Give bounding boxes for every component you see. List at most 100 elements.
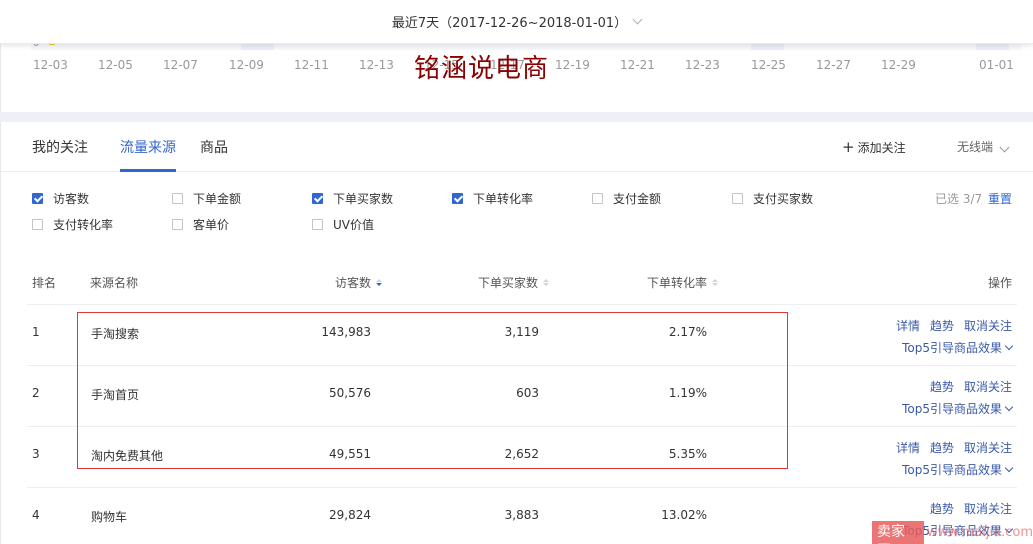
metric-checkbox[interactable]: 支付转化率 [32, 216, 113, 233]
unfollow-link[interactable]: 取消关注 [964, 317, 1012, 334]
trend-link[interactable]: 趋势 [930, 439, 954, 456]
chevron-down-icon [632, 14, 643, 24]
header-conversion-label: 下单转化率 [647, 276, 708, 290]
top5-products-dropdown[interactable]: Top5引导商品效果 [902, 400, 1014, 417]
cell-conversion: 2.17% [668, 325, 707, 339]
cell-conversion: 5.35% [668, 447, 707, 461]
site-watermark: 卖家网 www.maijia.com [872, 521, 1033, 544]
cell-buyers: 2,652 [504, 447, 539, 461]
selected-count: 已选 3/7 [935, 192, 983, 206]
sort-icon[interactable] [376, 279, 383, 286]
metric-checkbox[interactable]: 下单买家数 [312, 190, 393, 207]
details-link[interactable]: 详情 [896, 439, 920, 456]
cell-rank: 2 [32, 386, 40, 400]
top5-products-dropdown[interactable]: Top5引导商品效果 [902, 461, 1014, 478]
traffic-source-card: 我的关注 流量来源 商品 + 添加关注 无线端 访客数 下单金额 下单买家数 下单转化率… [0, 122, 1033, 544]
x-tick-label: 12-09 [229, 58, 264, 72]
table-row: 3 淘内免费其他 49,551 2,652 5.35% 详情 趋势 取消关注 Top5引导商品效… [1, 427, 1033, 488]
metric-checkbox[interactable]: 支付买家数 [732, 190, 813, 207]
checkbox-unchecked-icon[interactable] [732, 193, 743, 204]
checkbox-unchecked-icon[interactable] [32, 219, 43, 230]
cell-rank: 3 [32, 447, 40, 461]
metric-label: 支付买家数 [753, 192, 814, 206]
tab-my-follow[interactable]: 我的关注 [32, 137, 88, 157]
checkbox-checked-icon[interactable] [32, 193, 43, 204]
table-header: 排名 来源名称 访客数 下单买家数 下单转化率 操作 [1, 262, 1033, 306]
date-range-label: 最近7天（2017-12-26~2018-01-01） [391, 16, 628, 31]
header-conversion[interactable]: 下单转化率 [647, 274, 719, 291]
x-tick-label: 12-05 [98, 58, 133, 72]
metric-checkbox-group: 访客数 下单金额 下单买家数 下单转化率 支付金额 支付买家数支付转化率 客单价 UV价值 [1, 184, 1033, 244]
metric-label: UV价值 [333, 218, 374, 232]
unfollow-link[interactable]: 取消关注 [964, 439, 1012, 456]
watermark-brand: 卖家网 [872, 521, 924, 544]
reset-button[interactable]: 重置 [988, 190, 1012, 207]
checkbox-unchecked-icon[interactable] [172, 193, 183, 204]
sort-icon[interactable] [543, 279, 550, 286]
chevron-down-icon [1004, 402, 1014, 411]
checkbox-unchecked-icon[interactable] [312, 219, 323, 230]
tab-traffic-source[interactable]: 流量来源 [120, 137, 176, 157]
checkbox-checked-icon[interactable] [452, 193, 463, 204]
tab-bar: 我的关注 流量来源 商品 + 添加关注 无线端 [1, 122, 1033, 172]
metric-checkbox[interactable]: 下单转化率 [452, 190, 533, 207]
metric-label: 下单金额 [193, 192, 242, 206]
header-actions: 操作 [988, 276, 1013, 290]
metric-label: 访客数 [53, 192, 90, 206]
tab-products[interactable]: 商品 [200, 137, 228, 157]
x-tick-label: 12-25 [751, 58, 786, 72]
cell-visitors: 29,824 [329, 508, 371, 522]
checkbox-unchecked-icon[interactable] [172, 219, 183, 230]
x-tick-label: 12-19 [555, 58, 590, 72]
table-row: 1 手淘搜索 143,983 3,119 2.17% 详情 趋势 取消关注 Top5引导商品效果 [1, 305, 1033, 366]
x-tick-label: 12-11 [294, 58, 329, 72]
unfollow-link[interactable]: 取消关注 [964, 378, 1012, 395]
row-actions: 详情 趋势 取消关注 Top5引导商品效果 [896, 317, 1014, 356]
trend-link[interactable]: 趋势 [930, 317, 954, 334]
details-link[interactable]: 详情 [896, 317, 920, 334]
active-tab-indicator [120, 169, 176, 172]
table-row: 2 手淘首页 50,576 603 1.19% 趋势 取消关注 Top5引导商品效果 [1, 366, 1033, 427]
cell-rank: 4 [32, 508, 40, 522]
date-range-dropdown[interactable]: 最近7天（2017-12-26~2018-01-01） [0, 0, 1033, 44]
chevron-down-icon [1004, 463, 1014, 472]
add-follow-button[interactable]: + 添加关注 [842, 138, 906, 156]
x-tick-label: 12-27 [816, 58, 851, 72]
row-action-links: 详情 趋势 取消关注 [896, 317, 1012, 334]
x-tick-label: 12-21 [620, 58, 655, 72]
checkbox-checked-icon[interactable] [312, 193, 323, 204]
metric-checkbox[interactable]: UV价值 [312, 216, 374, 233]
header-visitors[interactable]: 访客数 [335, 274, 383, 291]
row-action-links: 详情 趋势 取消关注 [896, 439, 1012, 456]
metric-label: 客单价 [193, 218, 230, 232]
sort-icon[interactable] [712, 279, 719, 286]
cell-conversion: 1.19% [668, 386, 707, 400]
watermark-text: 铭涵说电商 [414, 54, 550, 84]
trend-link[interactable]: 趋势 [930, 500, 954, 517]
metric-checkbox[interactable]: 客单价 [172, 216, 229, 233]
plus-icon: + [842, 138, 855, 156]
cell-visitors: 143,983 [321, 325, 371, 339]
metric-checkbox[interactable]: 访客数 [32, 190, 89, 207]
device-select-label: 无线端 [957, 140, 994, 154]
trend-link[interactable]: 趋势 [930, 378, 954, 395]
top5-products-dropdown[interactable]: Top5引导商品效果 [902, 339, 1014, 356]
row-actions: 详情 趋势 取消关注 Top5引导商品效果 [896, 439, 1014, 478]
x-tick-label: 12-13 [359, 58, 394, 72]
top5-label: Top5引导商品效果 [902, 463, 1002, 477]
row-action-links: 趋势 取消关注 [902, 378, 1012, 395]
header-buyers[interactable]: 下单买家数 [478, 274, 550, 291]
cell-rank: 1 [32, 325, 40, 339]
metric-label: 下单转化率 [473, 192, 534, 206]
metric-checkbox[interactable]: 支付金额 [592, 190, 661, 207]
unfollow-link[interactable]: 取消关注 [964, 500, 1012, 517]
row-action-links: 趋势 取消关注 [902, 500, 1012, 517]
x-tick-label: 12-07 [163, 58, 198, 72]
metric-label: 下单买家数 [333, 192, 394, 206]
metric-checkbox[interactable]: 下单金额 [172, 190, 241, 207]
device-select[interactable]: 无线端 [957, 138, 1010, 155]
row-actions: 趋势 取消关注 Top5引导商品效果 [902, 378, 1014, 417]
checkbox-unchecked-icon[interactable] [592, 193, 603, 204]
header-visitors-label: 访客数 [335, 276, 372, 290]
chevron-down-icon [999, 142, 1010, 153]
